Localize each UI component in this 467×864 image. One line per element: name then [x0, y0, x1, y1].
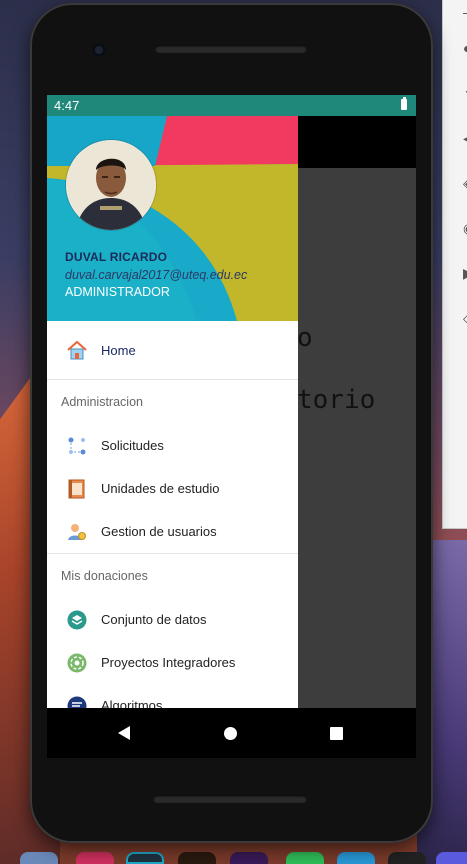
menu-item-conjunto-de-datos[interactable]: Conjunto de datos	[47, 598, 298, 641]
menu-item-gestion-de-usuarios[interactable]: Gestion de usuarios	[47, 510, 298, 553]
projects-icon	[66, 652, 88, 674]
back-icon[interactable]	[118, 726, 130, 740]
menu-item-solicitudes[interactable]: Solicitudes	[47, 424, 298, 467]
front-camera	[92, 43, 106, 57]
recents-icon[interactable]	[330, 727, 343, 740]
menu-item-label: Conjunto de datos	[101, 612, 207, 627]
user-manage-icon	[66, 521, 88, 543]
device-screen: 4:47 o torio DUVAL RICARDO duval.carvaja…	[47, 95, 416, 708]
side-toolbar-window: – ◐ ▼ ◀ ◈ ◉ ▶ ◇	[442, 0, 467, 529]
menu-item-home[interactable]: Home	[47, 321, 298, 379]
menu-item-algoritmos[interactable]: Algoritmos	[47, 684, 298, 708]
app-content-scrim[interactable]	[298, 168, 416, 708]
menu-item-label: Unidades de estudio	[101, 481, 220, 496]
user-email: duval.carvajal2017@uteq.edu.ec	[65, 268, 248, 282]
earpiece-speaker	[155, 45, 307, 53]
toolbar-icon-4[interactable]: ◈	[463, 175, 467, 192]
minimize-icon[interactable]: –	[463, 4, 467, 20]
menu-item-label: Algoritmos	[101, 698, 163, 708]
section-header-mis-donaciones: Mis donaciones	[61, 569, 148, 583]
user-role: ADMINISTRADOR	[65, 285, 170, 299]
status-time: 4:47	[54, 98, 80, 113]
requests-icon	[66, 435, 88, 457]
dataset-icon	[66, 609, 88, 631]
toolbar-icon-6[interactable]: ▶	[463, 265, 467, 282]
toolbar-icon-7[interactable]: ◇	[463, 310, 467, 327]
menu-item-label: Proyectos Integradores	[101, 655, 236, 670]
phone-frame: 4:47 o torio DUVAL RICARDO duval.carvaja…	[30, 3, 433, 843]
toolbar-icon-1[interactable]: ◐	[463, 40, 467, 56]
drawer-header: DUVAL RICARDO duval.carvajal2017@uteq.ed…	[47, 116, 298, 321]
user-photo	[66, 140, 156, 230]
menu-item-label: Solicitudes	[101, 438, 164, 453]
background-text-2: torio	[297, 385, 376, 415]
menu-item-label: Home	[101, 342, 136, 358]
algorithm-icon	[66, 695, 88, 708]
toolbar-icon-3[interactable]: ◀	[463, 130, 467, 147]
menu-item-unidades-de-estudio[interactable]: Unidades de estudio	[47, 467, 298, 510]
home-icon	[66, 339, 88, 361]
book-icon	[66, 478, 88, 500]
toolbar-icon-2[interactable]: ▼	[463, 86, 467, 102]
bottom-speaker	[153, 795, 307, 803]
desktop-dock	[0, 850, 467, 864]
menu-item-label: Gestion de usuarios	[101, 524, 217, 539]
app-toolbar	[298, 116, 416, 168]
drawer-menu: Home Administracion Solicitudes Unidades…	[47, 321, 298, 708]
system-navigation-bar	[47, 708, 416, 758]
battery-icon	[401, 97, 407, 110]
status-bar: 4:47	[47, 95, 416, 116]
navigation-drawer: DUVAL RICARDO duval.carvajal2017@uteq.ed…	[47, 116, 298, 708]
section-header-administracion: Administracion	[61, 395, 143, 409]
menu-item-proyectos-integradores[interactable]: Proyectos Integradores	[47, 641, 298, 684]
user-name: DUVAL RICARDO	[65, 250, 168, 264]
home-button-icon[interactable]	[224, 727, 237, 740]
avatar[interactable]	[66, 140, 156, 230]
background-text-1: o	[297, 323, 313, 353]
toolbar-icon-5[interactable]: ◉	[463, 220, 467, 237]
